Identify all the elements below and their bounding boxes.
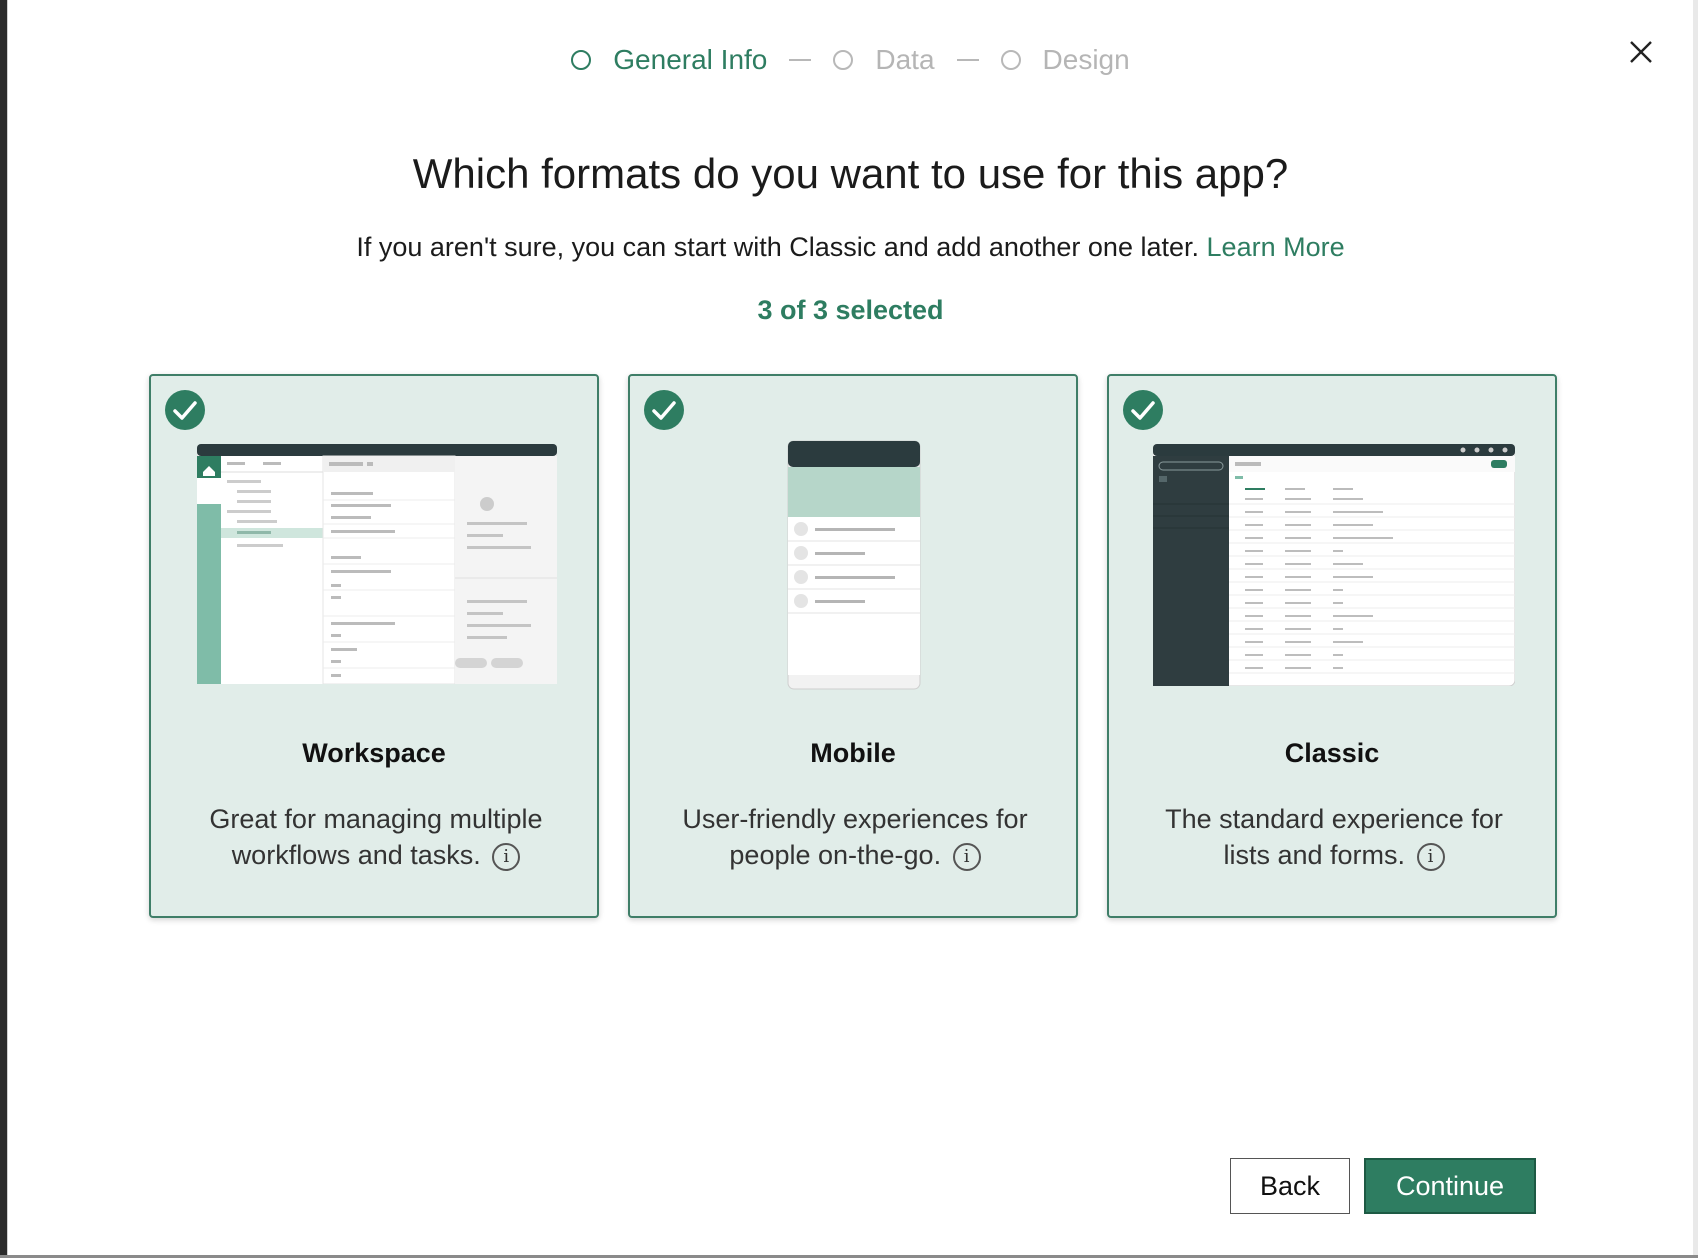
selected-count: 3 of 3 selected [757,295,944,325]
dialog-subtitle: If you aren't sure, you can start with C… [8,232,1693,263]
dialog-title: Which formats do you want to use for thi… [412,150,1289,197]
create-app-dialog: General Info Data Design Which formats d… [7,0,1693,1255]
checkmark-icon [652,401,676,420]
selected-checkmark [644,390,684,430]
back-button[interactable]: Back [1230,1158,1350,1214]
card-description: User-friendly experiences for people on-… [660,801,1050,873]
step-design: Design [1000,44,1130,76]
selected-checkmark [1123,390,1163,430]
background-window-edge [0,0,7,1258]
card-description: Great for managing multiple workflows an… [181,801,571,873]
subtitle-text: If you aren't sure, you can start with C… [356,232,1200,262]
mobile-preview-illustration [787,440,921,690]
step-separator [956,59,979,61]
checkmark-icon [1131,401,1155,420]
step-circle-icon [1000,50,1021,70]
info-icon[interactable]: i [492,842,521,871]
info-icon[interactable]: i [952,842,981,871]
format-card-mobile[interactable]: Mobile User-friendly experiences for peo… [628,374,1078,918]
step-general-info: General Info [571,44,767,76]
wizard-stepper: General Info Data Design [8,44,1693,76]
background-window-edge-right [1693,0,1698,1258]
step-label: Data [875,44,935,75]
format-cards: Workspace Great for managing multiple wo… [149,374,1557,918]
continue-button[interactable]: Continue [1364,1158,1536,1214]
close-icon [1630,41,1652,63]
workspace-preview-illustration [197,444,557,684]
learn-more-link[interactable]: Learn More [1207,232,1345,262]
step-label: General Info [613,44,768,75]
step-circle-icon [571,50,592,70]
step-data: Data [833,44,935,76]
step-circle-icon [833,50,854,70]
card-title: Workspace [302,738,446,768]
card-description-text: The standard experience for lists and fo… [1165,804,1503,870]
classic-preview-illustration [1153,444,1515,686]
format-card-workspace[interactable]: Workspace Great for managing multiple wo… [149,374,599,918]
card-title: Classic [1284,738,1380,768]
step-label: Design [1042,44,1130,75]
selected-checkmark [165,390,205,430]
info-icon[interactable]: i [1416,842,1445,871]
format-card-classic[interactable]: Classic The standard experience for list… [1107,374,1557,918]
step-separator [789,59,812,61]
card-title: Mobile [810,738,896,768]
card-description: The standard experience for lists and fo… [1139,801,1529,873]
checkmark-icon [173,401,197,420]
close-button[interactable] [1627,38,1655,66]
